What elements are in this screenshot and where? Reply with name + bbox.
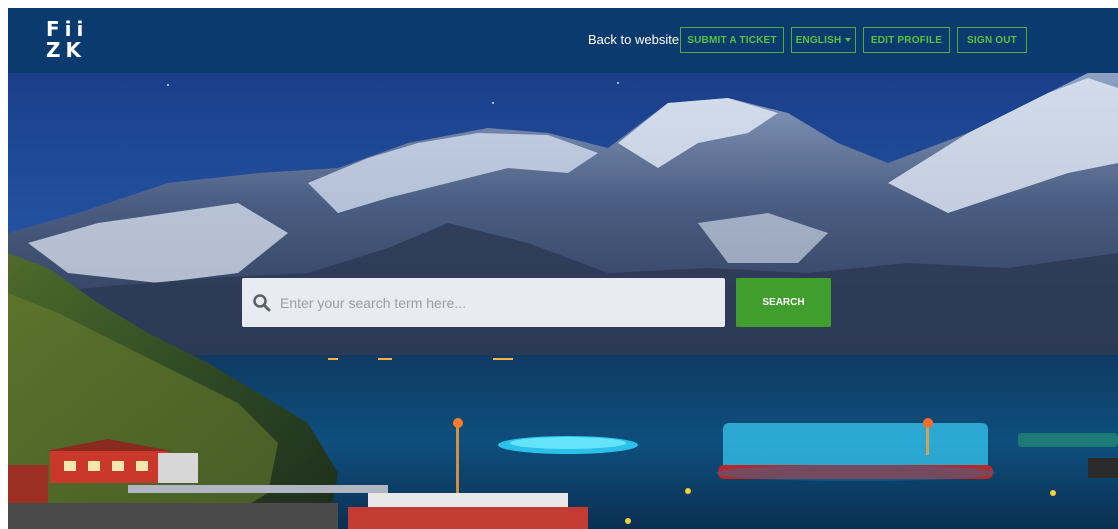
back-to-website-link[interactable]: Back to website	[588, 32, 679, 47]
logo-line-1: Fii	[46, 17, 89, 41]
language-dropdown[interactable]: ENGLISH	[791, 27, 856, 53]
language-label: ENGLISH	[795, 34, 842, 46]
sign-out-button[interactable]: SIGN OUT	[957, 27, 1027, 53]
caret-down-icon	[845, 38, 852, 42]
edit-profile-button[interactable]: EDIT PROFILE	[863, 27, 950, 53]
sign-out-label: SIGN OUT	[967, 34, 1017, 46]
top-navigation-bar: Fii ZK Back to website SUBMIT A TICKET E…	[8, 8, 1118, 73]
search-bar[interactable]	[242, 278, 725, 327]
edit-profile-label: EDIT PROFILE	[870, 34, 943, 46]
logo-line-2: ZK	[46, 38, 86, 62]
fiizk-logo[interactable]: Fii ZK	[46, 19, 88, 61]
search-button[interactable]: SEARCH	[736, 278, 831, 327]
submit-ticket-label: SUBMIT A TICKET	[687, 34, 777, 46]
page-frame: Fii ZK Back to website SUBMIT A TICKET E…	[8, 8, 1118, 529]
search-icon	[253, 293, 271, 311]
search-input[interactable]	[278, 286, 702, 319]
submit-ticket-button[interactable]: SUBMIT A TICKET	[680, 27, 784, 53]
